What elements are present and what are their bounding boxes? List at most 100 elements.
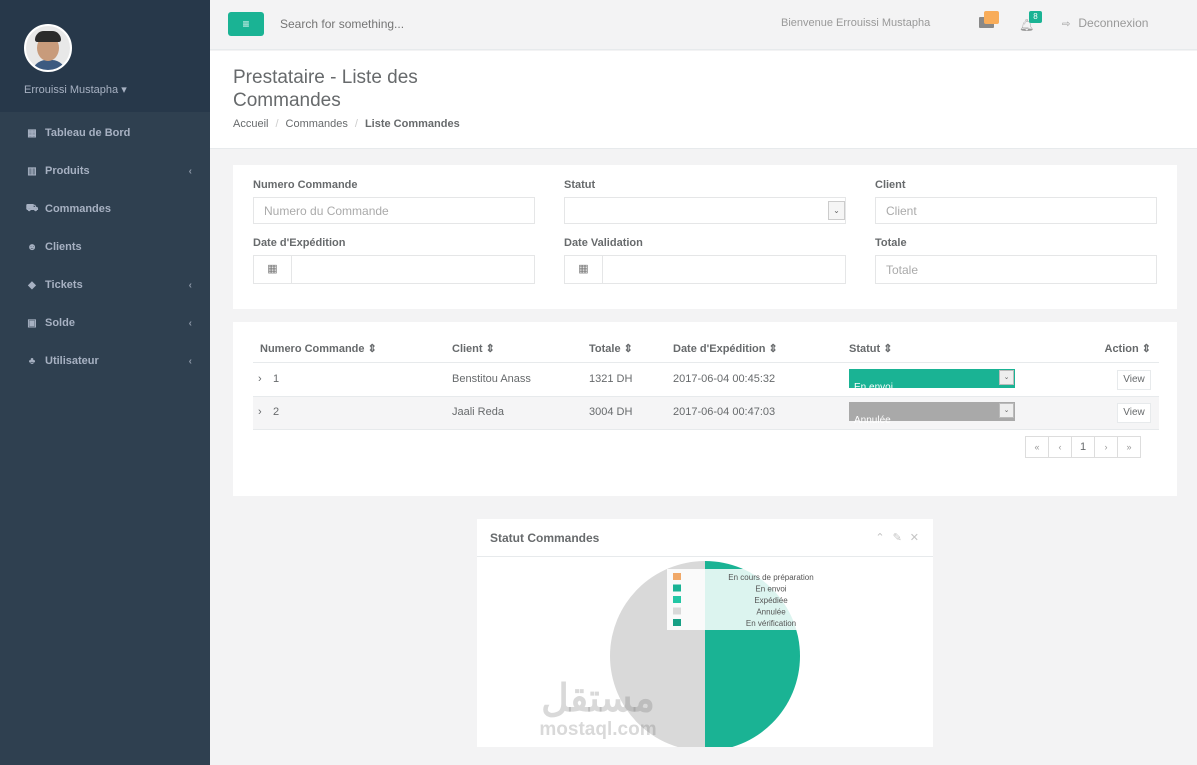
profile-name-dropdown[interactable]: Errouissi Mustapha ▾ xyxy=(24,83,210,96)
totale-placeholder: Totale xyxy=(886,262,919,277)
date-validation-input[interactable] xyxy=(602,255,846,284)
date-expedition-input[interactable] xyxy=(291,255,535,284)
totale-input[interactable]: Totale xyxy=(875,255,1157,284)
pager-next[interactable]: › xyxy=(1094,436,1118,458)
sidebar-item-clients[interactable]: ☻ Clients xyxy=(0,228,210,266)
client-input[interactable]: Client xyxy=(875,197,1157,224)
table-row: › 2 Jaali Reda 3004 DH 2017-06-04 00:47:… xyxy=(253,397,1159,430)
status-value: Annulée xyxy=(854,415,891,426)
client-placeholder: Client xyxy=(886,203,917,218)
numero-input[interactable]: Numero du Commande xyxy=(253,197,535,224)
breadcrumb-commandes[interactable]: Commandes xyxy=(286,118,348,130)
messages-icon[interactable] xyxy=(979,11,999,31)
search-input[interactable] xyxy=(272,12,572,36)
col-date-expedition[interactable]: Date d'Expédition ⇕ xyxy=(673,342,778,355)
top-navbar: ≡ Bienvenue Errouissi Mustapha 🔔︎ 8 ⇨ Dec… xyxy=(210,0,1197,50)
dashboard-icon: ▦ xyxy=(27,127,37,139)
welcome-text: Bienvenue Errouissi Mustapha xyxy=(781,17,931,29)
col-client[interactable]: Client ⇕ xyxy=(452,342,495,355)
expand-icon[interactable]: › xyxy=(258,406,262,418)
sidebar-item-label: Commandes xyxy=(45,203,112,215)
legend-swatch xyxy=(673,584,681,592)
statut-label: Statut xyxy=(564,179,596,191)
page-heading: Prestataire - Liste des Commandes Accuei… xyxy=(210,51,1197,149)
profile-name: Errouissi Mustapha xyxy=(24,84,119,96)
legend-swatch xyxy=(673,619,681,626)
sitemap-icon: ♣ xyxy=(28,355,36,367)
notifications-badge: 8 xyxy=(1029,11,1042,23)
legend-label: En cours de préparation xyxy=(728,573,813,582)
col-numero[interactable]: Numero Commande ⇕ xyxy=(260,342,377,355)
order-date: 2017-06-04 00:45:32 xyxy=(673,373,776,385)
pager-prev[interactable]: ‹ xyxy=(1048,436,1072,458)
table-header: Numero Commande ⇕ Client ⇕ Totale ⇕ Date… xyxy=(253,337,1159,363)
watermark-arabic: مستقل xyxy=(541,678,655,720)
sidebar-item-produits[interactable]: ▥ Produits ‹ xyxy=(0,152,210,190)
col-totale[interactable]: Totale ⇕ xyxy=(589,342,633,355)
legend-label: Annulée xyxy=(756,608,786,617)
view-button[interactable]: View xyxy=(1117,403,1151,423)
filter-date-expedition: Date d'Expédition ▦ xyxy=(253,237,535,284)
filter-panel: Numero Commande Numero du Commande Statu… xyxy=(233,165,1177,309)
chevron-left-icon: ‹ xyxy=(188,355,192,367)
avatar[interactable] xyxy=(24,24,72,72)
filter-totale: Totale Totale xyxy=(875,237,1157,284)
sidebar-item-tickets[interactable]: ◆ Tickets ‹ xyxy=(0,266,210,304)
chevron-left-icon: ‹ xyxy=(188,279,192,291)
client-label: Client xyxy=(875,179,906,191)
pager-page-1[interactable]: 1 xyxy=(1071,436,1095,458)
col-statut[interactable]: Statut ⇕ xyxy=(849,342,892,355)
chevron-left-icon: ‹ xyxy=(188,165,192,177)
sidebar-item-solde[interactable]: ▣ Solde ‹ xyxy=(0,304,210,342)
order-totale: 3004 DH xyxy=(589,406,633,418)
pager-last[interactable]: » xyxy=(1117,436,1141,458)
money-icon: ▣ xyxy=(27,317,37,329)
totale-label: Totale xyxy=(875,237,907,249)
date-expedition-label: Date d'Expédition xyxy=(253,237,346,249)
order-number: 2 xyxy=(273,406,280,418)
breadcrumb-accueil[interactable]: Accueil xyxy=(233,118,268,130)
sidebar-item-tableau-de-bord[interactable]: ▦ Tableau de Bord xyxy=(0,114,210,152)
col-action[interactable]: Action ⇕ xyxy=(1105,342,1152,355)
filter-client: Client Client xyxy=(875,179,1157,224)
order-number: 1 xyxy=(273,373,280,385)
numero-label: Numero Commande xyxy=(253,179,358,191)
expand-icon[interactable]: › xyxy=(258,373,262,385)
pagination: « ‹ 1 › » xyxy=(1025,436,1141,458)
collapse-icon[interactable]: ⌃ xyxy=(875,532,884,544)
statut-select[interactable]: ⌄ xyxy=(564,197,846,224)
close-icon[interactable]: ✕ xyxy=(910,532,919,544)
logout-link[interactable]: ⇨ Deconnexion xyxy=(1062,16,1148,30)
chevron-down-icon: ⌄ xyxy=(999,403,1014,418)
date-validation-picker[interactable]: ▦ xyxy=(564,255,846,284)
chart-title: Statut Commandes xyxy=(490,531,600,545)
sidebar-item-label: Tickets xyxy=(45,279,83,291)
status-select[interactable]: En envoi ⌄ xyxy=(849,369,1015,393)
calendar-icon[interactable]: ▦ xyxy=(564,255,602,284)
wrench-icon[interactable]: ✎ xyxy=(893,532,902,544)
page-title: Prestataire - Liste des Commandes xyxy=(233,67,418,111)
view-button[interactable]: View xyxy=(1117,370,1151,390)
pager-first[interactable]: « xyxy=(1025,436,1049,458)
notifications-button[interactable]: 🔔︎ 8 xyxy=(1019,11,1043,33)
status-select[interactable]: Annulée ⌄ xyxy=(849,402,1015,426)
sidebar-item-label: Utilisateur xyxy=(45,355,99,367)
legend-swatch xyxy=(673,607,681,615)
date-expedition-picker[interactable]: ▦ xyxy=(253,255,535,284)
menu-toggle-button[interactable]: ≡ xyxy=(228,12,264,36)
sidebar: Errouissi Mustapha ▾ ▦ Tableau de Bord ▥ Pr… xyxy=(0,0,210,765)
sidebar-item-commandes[interactable]: ⛟ Commandes xyxy=(0,190,210,228)
legend-label: Expédiée xyxy=(754,596,788,605)
sidebar-item-utilisateur[interactable]: ♣ Utilisateur ‹ xyxy=(0,342,210,380)
legend-swatch xyxy=(673,573,681,580)
order-client: Jaali Reda xyxy=(452,406,504,418)
chevron-down-icon: ⌄ xyxy=(828,201,845,220)
status-value: En envoi xyxy=(854,382,893,393)
breadcrumb-separator: / xyxy=(275,118,279,130)
filter-numero: Numero Commande Numero du Commande xyxy=(253,179,535,224)
sidebar-item-label: Clients xyxy=(45,241,82,253)
watermark-latin: mostaql.com xyxy=(539,719,657,740)
calendar-icon[interactable]: ▦ xyxy=(253,255,291,284)
sidebar-item-label: Solde xyxy=(45,317,75,329)
filter-date-validation: Date Validation ▦ xyxy=(564,237,846,284)
